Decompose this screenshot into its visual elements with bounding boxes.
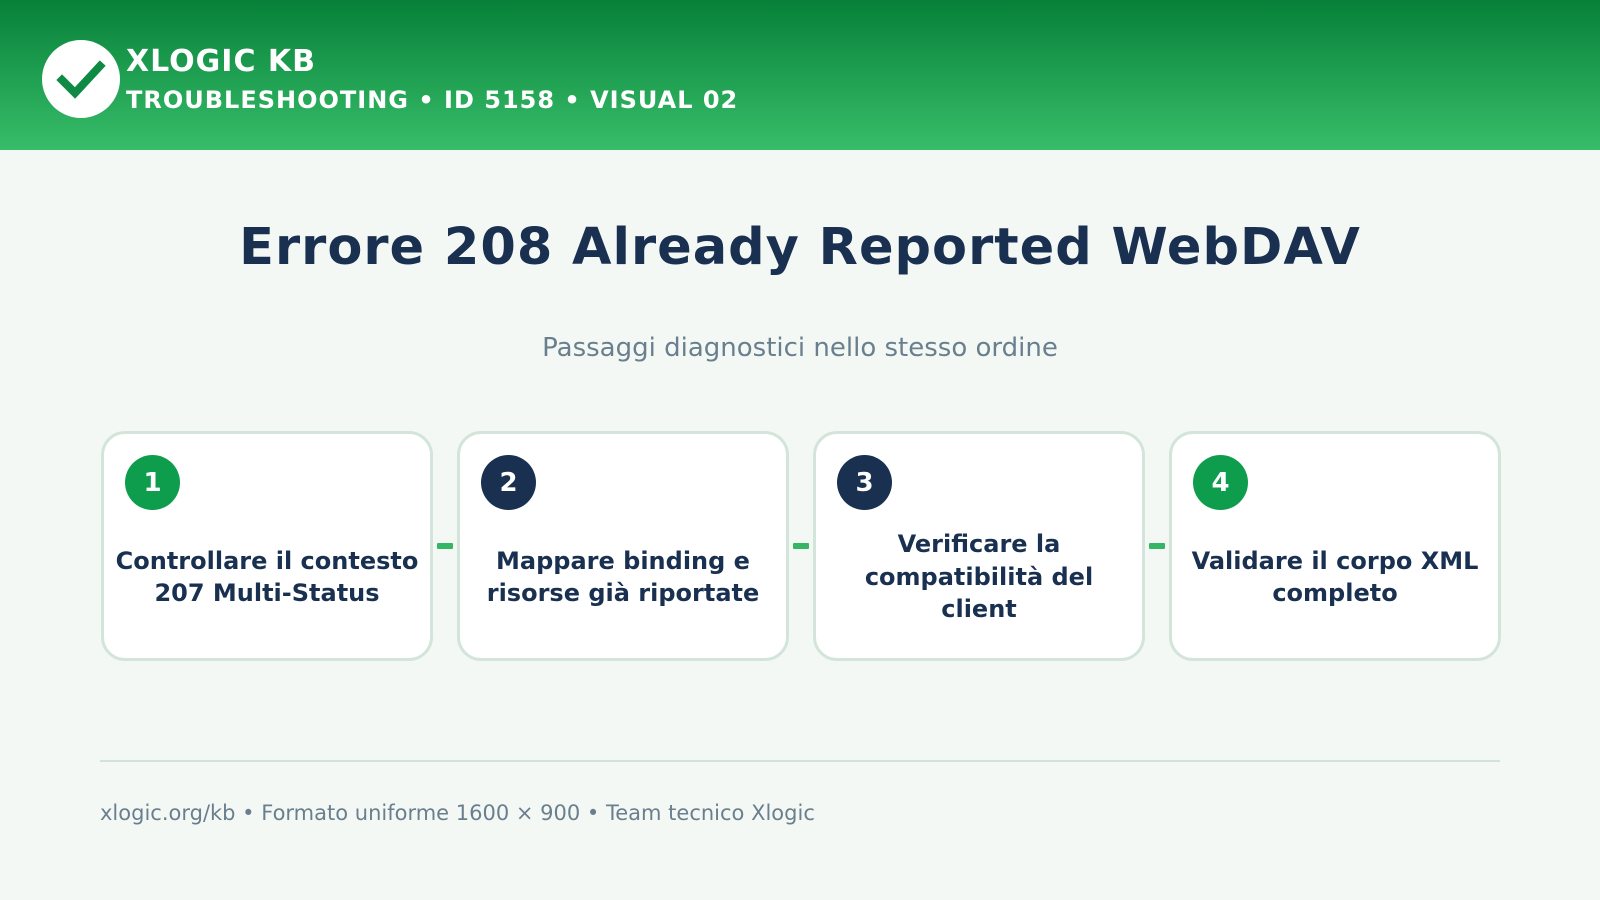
step-label: Validare il corpo XML completo <box>1191 546 1479 607</box>
page-title: Errore 208 Already Reported WebDAV <box>239 218 1361 277</box>
step-card-2: 2 Mappare binding e risorse già riportat… <box>457 431 789 661</box>
connector-line <box>1149 543 1165 549</box>
step-label: Mappare binding e risorse già riportate <box>486 546 760 607</box>
brand-title: XLOGIC KB <box>126 44 317 79</box>
check-icon <box>56 60 106 99</box>
footer-text: xlogic.org/kb • Formato uniforme 1600 × … <box>100 801 815 825</box>
page-subtitle: Passaggi diagnostici nello stesso ordine <box>542 333 1058 363</box>
step-number-badge: 3 <box>837 455 892 510</box>
step-number-badge: 4 <box>1193 455 1248 510</box>
connector-line <box>793 543 809 549</box>
step-label: Controllare il contesto 207 Multi-Status <box>115 546 419 607</box>
step-number-badge: 2 <box>481 455 536 510</box>
header-banner: XLOGIC KB TROUBLESHOOTING • ID 5158 • VI… <box>0 0 1600 150</box>
step-card-1: 1 Controllare il contesto 207 Multi-Stat… <box>101 431 433 661</box>
step-card-4: 4 Validare il corpo XML completo <box>1169 431 1501 661</box>
step-number-badge: 1 <box>125 455 180 510</box>
step-card-3: 3 Verificare la compatibilità del client <box>813 431 1145 661</box>
logo <box>42 40 120 118</box>
breadcrumb: TROUBLESHOOTING • ID 5158 • VISUAL 02 <box>126 86 739 114</box>
connector-line <box>437 543 453 549</box>
footer-divider <box>100 760 1500 762</box>
step-label: Verificare la compatibilità del client <box>864 530 1094 624</box>
